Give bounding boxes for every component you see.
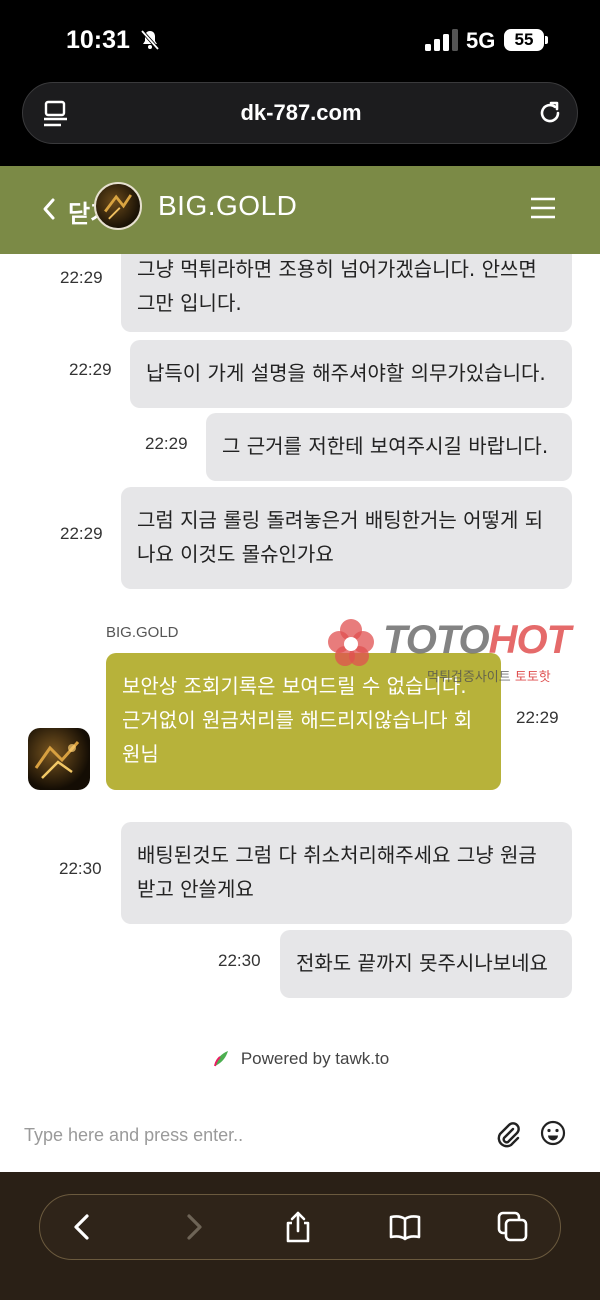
network-type: 5G xyxy=(466,28,496,53)
battery-nub xyxy=(545,36,548,44)
agent-message: 보안상 조회기록은 보여드릴 수 없습니다. 근거없이 원금처리를 해드리지않습… xyxy=(106,653,501,790)
powered-by-link[interactable]: Powered by tawk.to xyxy=(0,1048,600,1069)
agent-avatar-small xyxy=(94,182,142,230)
message-line: 나요 이것도 몰슈인가요 xyxy=(137,542,334,566)
message-time: 22:29 xyxy=(516,708,559,727)
message-time: 22:30 xyxy=(59,859,102,878)
chat-messages[interactable]: 22:29 그냥 먹튀라하면 조용히 넘어가겠습니다. 안쓰면 그만 입니다. … xyxy=(0,254,600,1172)
message-line: 받고 안쓸게요 xyxy=(137,877,254,901)
message-time: 22:29 xyxy=(60,268,103,287)
watermark-sub-b: 토토핫 xyxy=(514,670,551,685)
message-composer xyxy=(0,1100,600,1172)
tawk-leaf-icon xyxy=(213,1051,228,1067)
message-line: 원님 xyxy=(122,742,159,766)
message-line: 배팅된것도 그럼 다 취소처리해주세요 그냥 원금 xyxy=(137,843,537,867)
message-time: 22:29 xyxy=(145,434,188,453)
tabs-icon[interactable] xyxy=(496,1210,530,1244)
paperclip-icon[interactable] xyxy=(494,1120,522,1148)
message-line: 납득이 가게 설명을 해주셔야할 의무가있습니다. xyxy=(146,361,546,385)
share-icon[interactable] xyxy=(281,1210,315,1244)
message-line: 전화도 끝까지 못주시나보네요 xyxy=(296,951,548,975)
message-line: 그만 입니다. xyxy=(137,291,242,315)
browser-toolbar xyxy=(0,1172,600,1300)
message-time: 22:29 xyxy=(69,360,112,379)
status-bar: 10:31 5G 55 xyxy=(0,0,600,82)
agent-avatar xyxy=(28,728,90,790)
agent-sender-name: BIG.GOLD xyxy=(106,624,179,641)
browser-back-icon[interactable] xyxy=(66,1210,100,1244)
message-line: 보안상 조회기록은 보여드릴 수 없습니다. xyxy=(122,674,467,698)
chat-title: BIG.GOLD xyxy=(158,190,298,221)
address-bar[interactable]: dk-787.com xyxy=(22,82,578,144)
emoji-icon[interactable] xyxy=(540,1120,566,1146)
browser-forward-icon[interactable] xyxy=(176,1210,210,1244)
menu-icon[interactable] xyxy=(530,196,556,220)
visitor-message: 전화도 끝까지 못주시나보네요 xyxy=(280,930,572,998)
visitor-message: 납득이 가게 설명을 해주셔야할 의무가있습니다. xyxy=(130,340,572,408)
battery-icon: 55 xyxy=(504,29,544,51)
chat-header: 닫기 BIG.GOLD xyxy=(0,166,600,254)
visitor-message: 그럼 지금 롤링 돌려놓은거 배팅한거는 어떻게 되 나요 이것도 몰슈인가요 xyxy=(121,487,572,589)
status-time: 10:31 xyxy=(66,26,130,54)
message-line: 근거없이 원금처리를 해드리지않습니다 회 xyxy=(122,708,473,732)
bookmarks-icon[interactable] xyxy=(388,1210,422,1244)
visitor-message: 그냥 먹튀라하면 조용히 넘어가겠습니다. 안쓰면 그만 입니다. xyxy=(121,254,572,332)
message-time: 22:29 xyxy=(60,524,103,543)
browser-address-area: dk-787.com xyxy=(0,82,600,166)
signal-icon xyxy=(425,29,458,51)
bell-mute-icon xyxy=(140,29,160,51)
visitor-message: 배팅된것도 그럼 다 취소처리해주세요 그냥 원금 받고 안쓸게요 xyxy=(121,822,572,924)
visitor-message: 그 근거를 저한테 보여주시길 바랍니다. xyxy=(206,413,572,481)
reload-icon[interactable] xyxy=(537,100,563,126)
message-line: 그냥 먹튀라하면 조용히 넘어가겠습니다. 안쓰면 xyxy=(137,257,537,281)
powered-by-text[interactable]: Powered by tawk.to xyxy=(241,1049,389,1068)
watermark-brand-b: HOT xyxy=(488,618,571,662)
message-line: 그 근거를 저한테 보여주시길 바랍니다. xyxy=(222,434,549,458)
message-input[interactable] xyxy=(24,1118,464,1152)
back-chevron-icon[interactable] xyxy=(40,196,60,222)
message-time: 22:30 xyxy=(218,951,261,970)
message-line: 그럼 지금 롤링 돌려놓은거 배팅한거는 어떻게 되 xyxy=(137,508,544,532)
url-text[interactable]: dk-787.com xyxy=(23,100,579,126)
